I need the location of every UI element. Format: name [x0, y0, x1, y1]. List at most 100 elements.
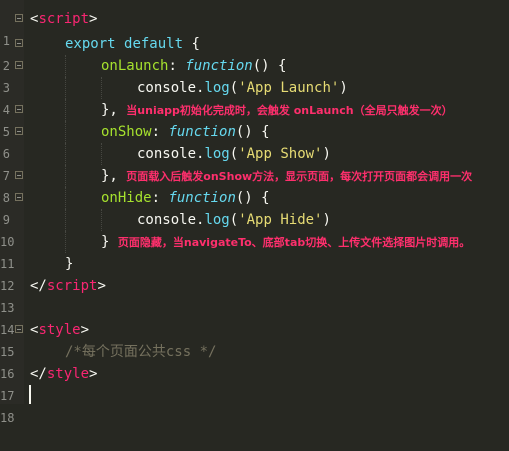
string-literal: 'App Show': [238, 146, 323, 162]
paren: (: [229, 80, 239, 96]
params: () {: [235, 190, 270, 206]
indent-guide: [101, 209, 102, 231]
code-line[interactable]: 10 console.log('App Hide'): [0, 209, 509, 249]
comment: /*每个页面公共css */: [65, 344, 217, 360]
paren: ): [322, 146, 331, 162]
fold-toggle-icon[interactable]: [15, 325, 23, 333]
line-number: 18: [0, 411, 15, 425]
code-text: onShow: function() {: [101, 121, 270, 143]
code-text: </script>: [30, 275, 106, 297]
string-literal: 'App Launch': [238, 80, 340, 96]
method-name: onLaunch: [101, 58, 169, 74]
code-line[interactable]: 4 console.log('App Launch'): [0, 77, 509, 117]
function-keyword: function: [185, 58, 253, 74]
code-line[interactable]: 12 }: [0, 253, 509, 293]
method-name: onHide: [101, 190, 152, 206]
tag-name: script: [46, 278, 98, 294]
brace: {: [191, 36, 200, 52]
code-line[interactable]: 1 <script>: [0, 8, 509, 48]
code-text: console.log('App Show'): [137, 143, 331, 165]
code-text: console.log('App Launch'): [137, 77, 348, 99]
indent-guide: [65, 209, 66, 231]
code-line[interactable]: 6 onShow: function() {: [0, 121, 509, 161]
code-line[interactable]: 8 }, 页面载入后触发onShow方法，显示页面，每次打开页面都会调用一次: [0, 165, 509, 205]
code-text: } 页面隐藏，当navigateTo、底部tab切换、上传文件选择图片时调用。: [101, 231, 470, 254]
brace: }: [65, 256, 74, 272]
code-editor[interactable]: 1 <script> 2 export default { 3 onLaunch…: [0, 0, 509, 425]
params: () {: [252, 58, 287, 74]
code-line[interactable]: 14: [0, 297, 509, 337]
fold-toggle-icon[interactable]: [15, 105, 23, 113]
code-line[interactable]: 2 export default {: [0, 33, 509, 73]
tag-bracket: >: [97, 278, 106, 294]
code-text: /*每个页面公共css */: [65, 341, 216, 363]
tag-bracket: </: [30, 278, 47, 294]
code-text: <script>: [30, 8, 97, 30]
fold-toggle-icon[interactable]: [15, 171, 23, 179]
code-text: onLaunch: function() {: [101, 55, 286, 77]
indent-guide: [65, 77, 66, 99]
indent-guide: [65, 231, 66, 253]
method-call: log: [204, 212, 230, 228]
method-name: onShow: [101, 124, 152, 140]
object-name: console: [137, 80, 197, 96]
fold-toggle-icon[interactable]: [15, 14, 23, 22]
method-call: log: [204, 146, 230, 162]
function-keyword: function: [168, 190, 236, 206]
code-line[interactable]: 15 <style>: [0, 319, 509, 359]
annotation-show: 页面载入后触发onShow方法，显示页面，每次打开页面都会调用一次: [126, 170, 473, 183]
paren: ): [322, 212, 331, 228]
string-literal: 'App Hide': [238, 212, 323, 228]
indent-guide: [65, 165, 66, 187]
paren: (: [229, 146, 239, 162]
params: () {: [235, 124, 270, 140]
keyword: default: [124, 36, 184, 52]
code-text: console.log('App Hide'): [137, 209, 331, 231]
tag-bracket: >: [89, 11, 98, 27]
code-text: <style>: [30, 319, 89, 341]
indent-guide: [101, 77, 102, 99]
function-keyword: function: [168, 124, 236, 140]
method-call: log: [204, 80, 230, 96]
indent-guide: [65, 143, 66, 165]
code-line[interactable]: 11 } 页面隐藏，当navigateTo、底部tab切换、上传文件选择图片时调…: [0, 231, 509, 271]
colon: :: [151, 190, 169, 206]
fold-toggle-icon[interactable]: [15, 193, 23, 201]
text-cursor: [29, 385, 31, 404]
indent-guide: [65, 55, 66, 77]
code-line[interactable]: 9 onHide: function() {: [0, 187, 509, 227]
tag-name: script: [38, 11, 90, 27]
keyword: export: [65, 36, 116, 52]
code-text: export default {: [65, 33, 200, 55]
code-text: </style>: [30, 363, 97, 385]
code-line[interactable]: 3 onLaunch: function() {: [0, 55, 509, 95]
code-text: }: [65, 253, 73, 275]
fold-toggle-icon[interactable]: [15, 127, 23, 135]
paren: (: [229, 212, 239, 228]
brace: },: [101, 102, 118, 118]
colon: :: [151, 124, 169, 140]
object-name: console: [137, 212, 197, 228]
code-line[interactable]: 16 /*每个页面公共css */: [0, 341, 509, 381]
code-line[interactable]: 13 </script>: [0, 275, 509, 315]
code-line[interactable]: 5 }, 当uniapp初始化完成时，会触发 onLaunch（全局只触发一次）: [0, 99, 509, 139]
brace: },: [101, 168, 118, 184]
tag-bracket: >: [89, 366, 98, 382]
code-text: }, 当uniapp初始化完成时，会触发 onLaunch（全局只触发一次）: [101, 99, 453, 122]
indent-guide: [65, 99, 66, 121]
tag-name: style: [46, 366, 90, 382]
tag-bracket: >: [80, 322, 90, 338]
indent-guide: [65, 187, 66, 209]
indent-guide: [101, 143, 102, 165]
brace: }: [101, 234, 110, 250]
code-text: }, 页面载入后触发onShow方法，显示页面，每次打开页面都会调用一次: [101, 165, 472, 188]
code-text: onHide: function() {: [101, 187, 270, 209]
object-name: console: [137, 146, 197, 162]
fold-toggle-icon[interactable]: [15, 61, 23, 69]
code-line[interactable]: 17 </style>: [0, 363, 509, 403]
annotation-launch: 当uniapp初始化完成时，会触发 onLaunch（全局只触发一次）: [126, 104, 453, 117]
tag-bracket: </: [30, 366, 47, 382]
fold-toggle-icon[interactable]: [15, 39, 23, 47]
code-line[interactable]: 7 console.log('App Show'): [0, 143, 509, 183]
colon: :: [168, 58, 186, 74]
